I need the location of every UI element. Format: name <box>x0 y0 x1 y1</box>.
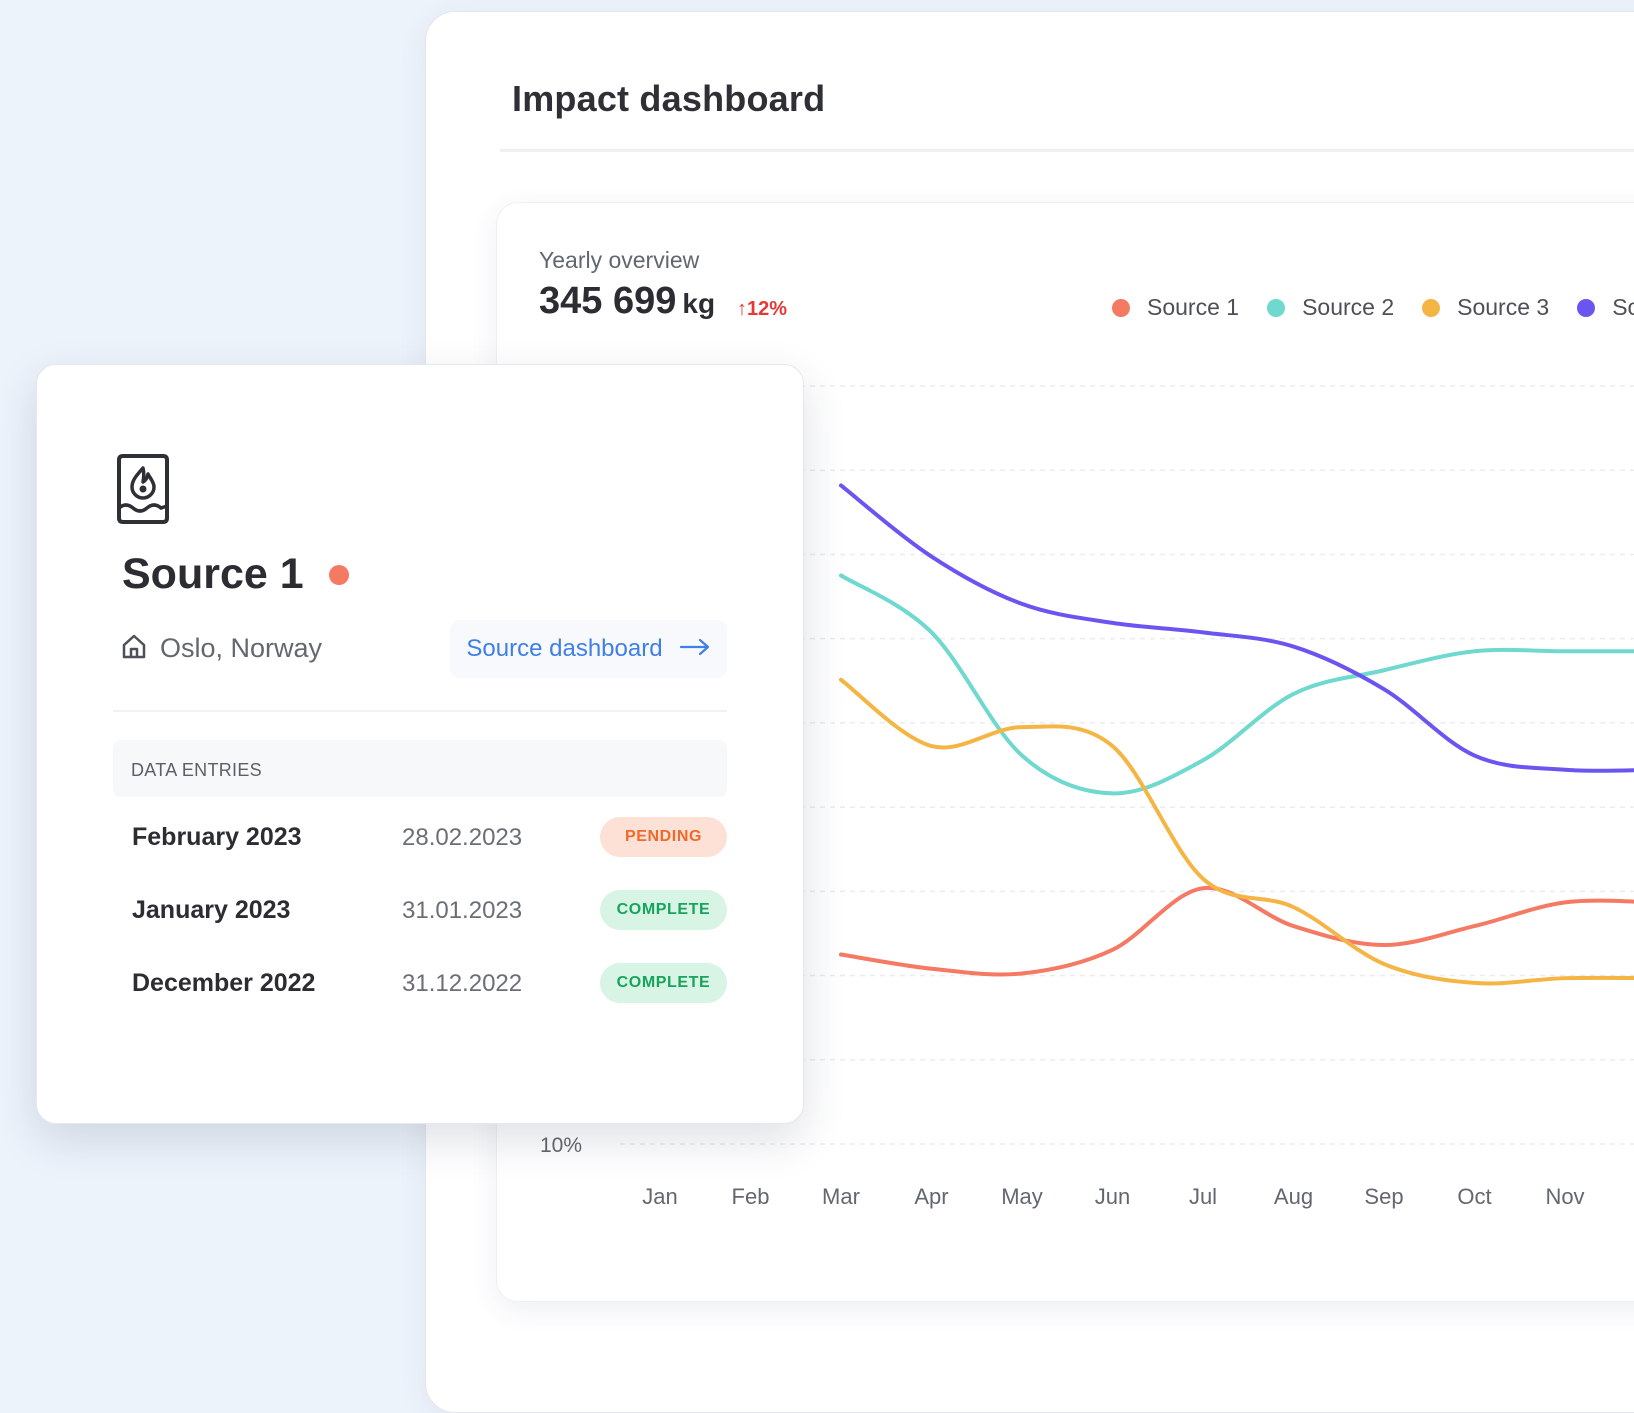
entry-month: December 2022 <box>132 969 316 997</box>
x-tick-label: Aug <box>1274 1184 1313 1209</box>
entry-date: 28.02.2023 <box>402 824 523 851</box>
x-tick-label: Apr <box>914 1184 948 1209</box>
x-tick-label: Jun <box>1095 1184 1130 1209</box>
arrow-right-icon <box>679 637 711 662</box>
x-tick-label: May <box>1001 1184 1043 1209</box>
location-text: Oslo, Norway <box>160 633 323 663</box>
status-badge: COMPLETE <box>600 963 727 1003</box>
source-dashboard-link-label: Source dashboard <box>466 635 663 662</box>
series-line-4 <box>839 483 1634 773</box>
x-tick-label: Nov <box>1545 1184 1584 1209</box>
x-tick-label: Jul <box>1189 1184 1217 1209</box>
y-tick-label: 10% <box>540 1134 582 1157</box>
series-line-3 <box>839 677 1634 986</box>
source-name: Source 1 <box>122 550 304 598</box>
x-tick-label: Mar <box>822 1184 860 1209</box>
entry-date: 31.01.2023 <box>402 897 523 924</box>
source-dashboard-link[interactable]: Source dashboard <box>450 620 727 678</box>
series-line-1 <box>839 885 1634 977</box>
x-tick-label: Jan <box>642 1184 677 1209</box>
card-divider <box>113 710 727 712</box>
status-badge: COMPLETE <box>600 890 727 930</box>
source-status-dot <box>328 564 349 585</box>
series-line-2 <box>839 573 1634 796</box>
data-entry-row[interactable]: January 2023 31.01.2023 COMPLETE <box>132 888 732 932</box>
entry-date: 31.12.2022 <box>402 970 523 997</box>
flame-icon <box>115 454 171 529</box>
status-badge: PENDING <box>600 817 727 857</box>
data-entries-header: DATA ENTRIES <box>113 740 727 797</box>
source-title-row: Source 1 <box>122 550 349 599</box>
entry-month: January 2023 <box>132 896 291 924</box>
data-entry-row[interactable]: December 2022 31.12.2022 COMPLETE <box>132 961 732 1005</box>
home-icon <box>120 632 148 665</box>
x-tick-label: Sep <box>1364 1184 1403 1209</box>
entry-month: February 2023 <box>132 823 302 851</box>
data-entries-title: DATA ENTRIES <box>131 760 262 780</box>
x-tick-label: Feb <box>732 1184 770 1209</box>
source-location: Oslo, Norway <box>120 632 322 665</box>
data-entry-row[interactable]: February 2023 28.02.2023 PENDING <box>132 815 732 859</box>
x-tick-label: Oct <box>1457 1184 1491 1209</box>
